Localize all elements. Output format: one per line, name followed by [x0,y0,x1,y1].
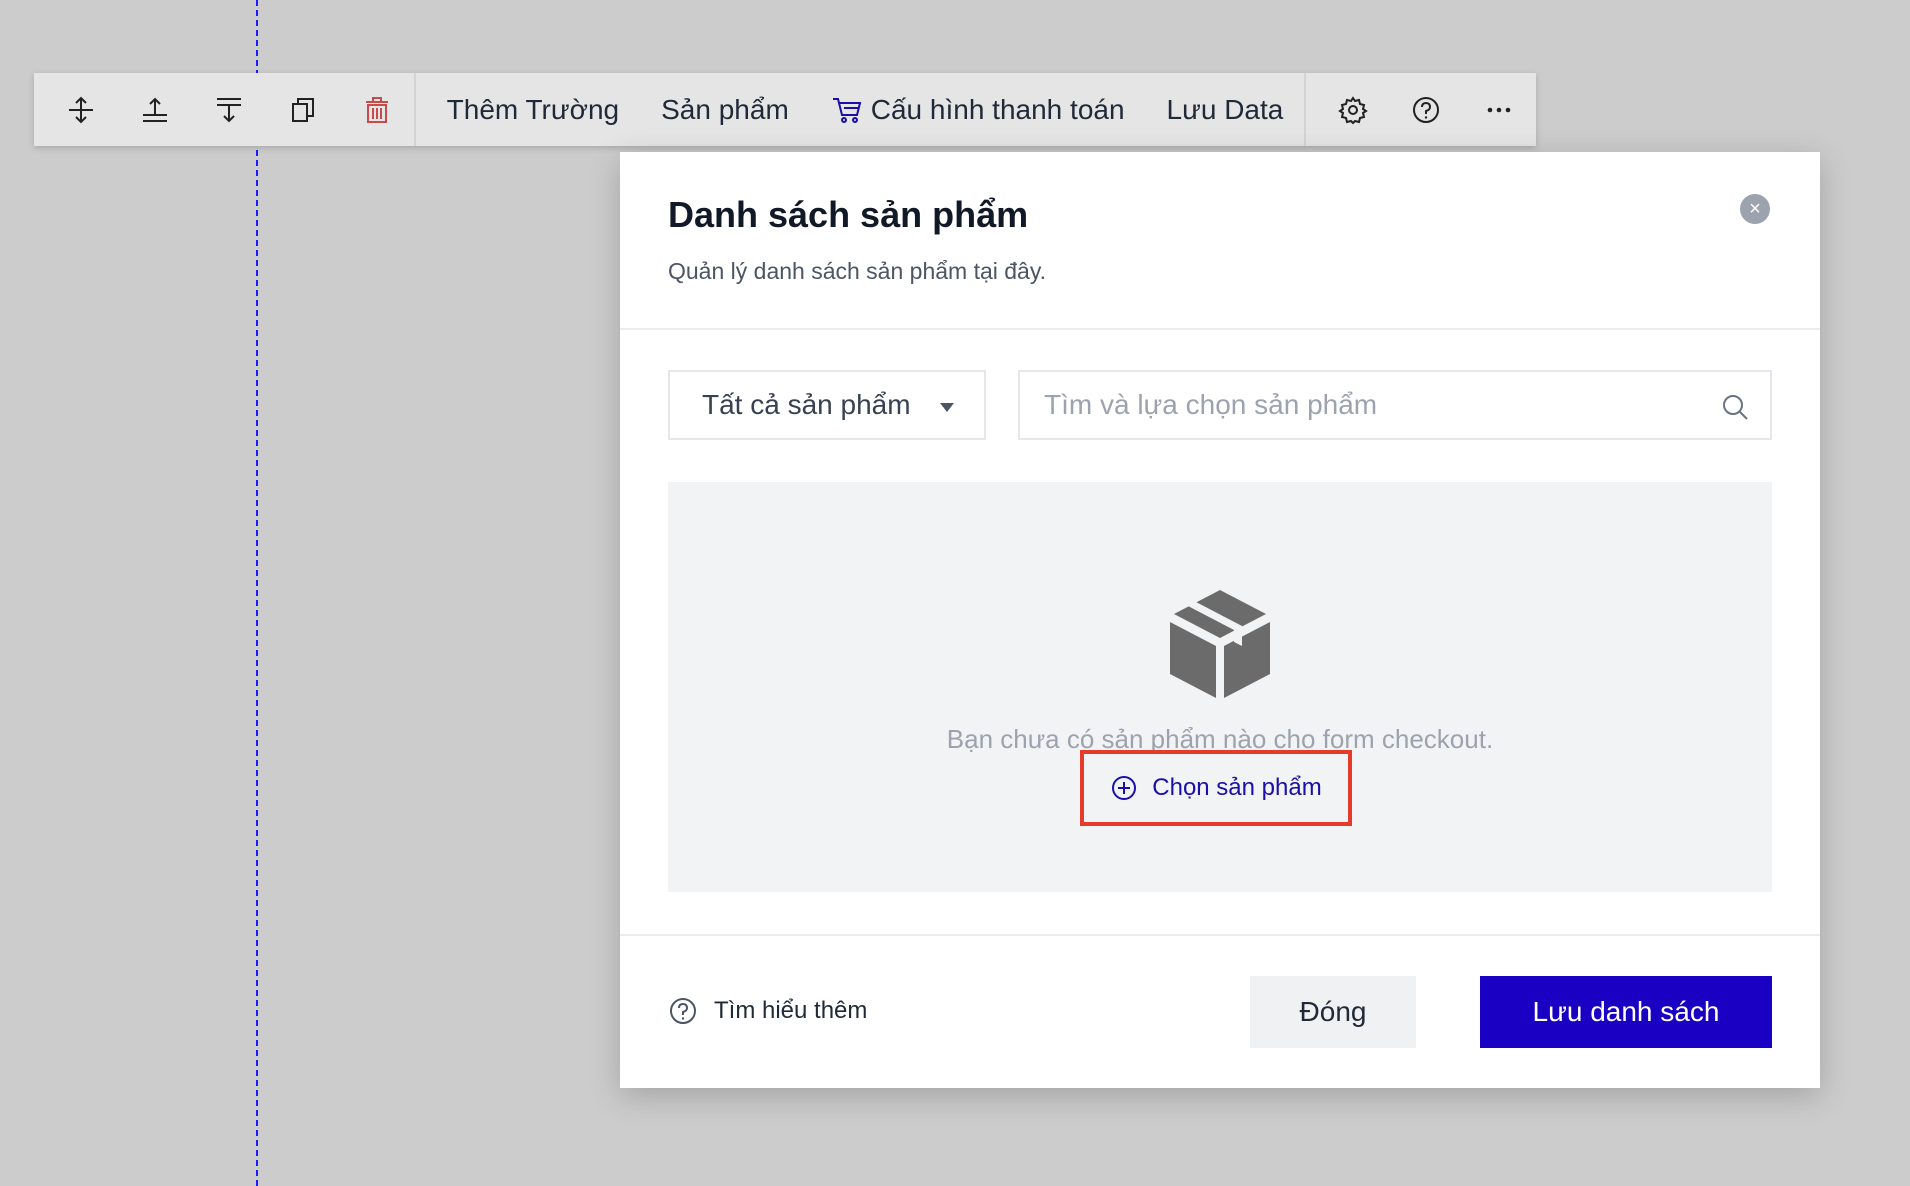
empty-state: Bạn chưa có sản phẩm nào cho form checko… [668,482,1772,892]
more-button[interactable] [1463,73,1536,146]
help-button[interactable] [1389,73,1462,146]
settings-button[interactable] [1316,73,1389,146]
delete-button[interactable] [340,73,414,146]
cart-icon [832,97,862,123]
choose-product-label: Chọn sản phẩm [1152,774,1322,801]
product-list-modal: Danh sách sản phẩm Quản lý danh sách sản… [620,152,1820,1088]
learn-more-label: Tìm hiểu thêm [714,997,868,1024]
learn-more-link[interactable]: Tìm hiểu thêm [668,996,867,1026]
product-search-input[interactable] [1020,374,1686,436]
gear-icon [1337,95,1368,124]
modal-footer: Tìm hiểu thêm Đóng Lưu danh sách [620,934,1820,1090]
toolbar-actions-right [1306,73,1536,146]
more-icon [1487,107,1511,112]
insert-below-icon [217,97,241,122]
package-icon [1170,590,1270,698]
choose-product-button[interactable]: Chọn sản phẩm [1080,750,1352,826]
close-button[interactable]: Đóng [1250,976,1416,1048]
move-up-down-icon [69,96,93,123]
guide-line [256,0,258,1186]
help-icon [670,998,696,1024]
insert-above-button[interactable] [118,73,192,146]
block-toolbar: Thêm Trường Sản phẩm Cấu hình thanh toán… [34,73,1536,146]
payment-config-label: Cấu hình thanh toán [870,93,1125,125]
modal-subtitle: Quản lý danh sách sản phẩm tại đây. [668,258,1047,284]
plus-circle-icon [1112,776,1137,800]
toolbar-actions-left [34,73,414,146]
search-icon[interactable] [1720,392,1750,422]
duplicate-icon [292,97,314,122]
trash-icon [366,96,388,123]
toolbar-menu: Thêm Trường Sản phẩm Cấu hình thanh toán… [416,73,1305,146]
insert-below-button[interactable] [192,73,266,146]
modal-header: Danh sách sản phẩm Quản lý danh sách sản… [620,152,1820,330]
close-icon[interactable]: × [1740,194,1770,224]
modal-title: Danh sách sản phẩm [668,194,1029,235]
insert-above-icon [143,97,167,122]
payment-config-button[interactable]: Cấu hình thanh toán [810,73,1146,146]
move-up-down-button[interactable] [44,73,118,146]
help-icon [1412,96,1439,123]
filter-selected-value: Tất cả sản phẩm [702,389,911,420]
duplicate-button[interactable] [266,73,340,146]
add-field-button[interactable]: Thêm Trường [426,73,640,146]
products-button[interactable]: Sản phẩm [640,73,810,146]
product-filter-select[interactable]: Tất cả sản phẩm [668,370,986,440]
save-list-button[interactable]: Lưu danh sách [1480,976,1772,1048]
caret-down-icon [940,403,954,412]
product-search [1018,370,1772,440]
save-data-button[interactable]: Lưu Data [1146,73,1305,146]
